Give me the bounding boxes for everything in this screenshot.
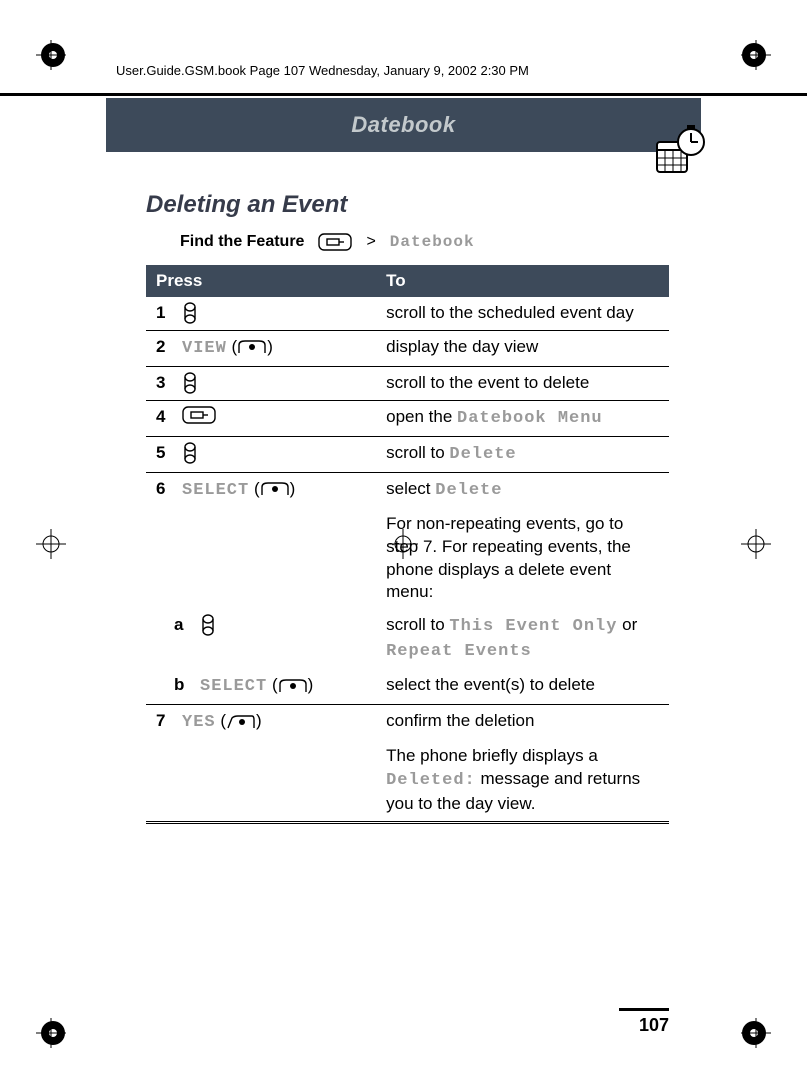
table-row: 1scroll to the scheduled event day xyxy=(146,297,669,330)
scroll-icon xyxy=(182,302,198,324)
table-row: 4open the Datebook Menu xyxy=(146,400,669,436)
cell-to: scroll to This Event Only or Repeat Even… xyxy=(376,609,669,669)
table-row: bSELECT ()select the event(s) to delete xyxy=(146,669,669,704)
cell-to: For non-repeating events, go to step 7. … xyxy=(376,508,669,610)
cell-press: 3 xyxy=(146,366,376,400)
cell-to: display the day view xyxy=(376,330,669,366)
feature-label: Find the Feature xyxy=(180,233,304,251)
scroll-icon xyxy=(200,614,216,636)
cell-press xyxy=(146,508,376,610)
table-row: 3scroll to the event to delete xyxy=(146,366,669,400)
cell-to: scroll to the event to delete xyxy=(376,366,669,400)
cell-press: 7YES () xyxy=(146,705,376,740)
table-row: 6SELECT ()select Delete xyxy=(146,472,669,507)
find-the-feature: Find the Feature > Datebook xyxy=(180,233,669,251)
content-area: Deleting an Event Find the Feature > Dat… xyxy=(146,185,669,824)
cell-press: 2VIEW () xyxy=(146,330,376,366)
menukey-icon xyxy=(182,406,216,424)
cell-press: bSELECT () xyxy=(146,669,376,704)
col-press: Press xyxy=(146,265,376,297)
table-row: The phone briefly displays a Deleted: me… xyxy=(146,740,669,822)
cell-press xyxy=(146,740,376,822)
cell-press: a xyxy=(146,609,376,669)
crop-mark-icon xyxy=(741,1018,771,1048)
running-header: User.Guide.GSM.book Page 107 Wednesday, … xyxy=(116,63,529,78)
cell-press: 5 xyxy=(146,436,376,472)
datebook-clock-icon xyxy=(651,122,709,180)
steps-table: Press To 1scroll to the scheduled event … xyxy=(146,265,669,824)
scroll-icon xyxy=(182,372,198,394)
cell-to: open the Datebook Menu xyxy=(376,400,669,436)
menu-key-icon xyxy=(318,233,352,251)
cell-to: scroll to Delete xyxy=(376,436,669,472)
crop-mark-icon xyxy=(741,40,771,70)
cell-to: confirm the deletion xyxy=(376,705,669,740)
scroll-icon xyxy=(182,442,198,464)
cell-to: scroll to the scheduled event day xyxy=(376,297,669,330)
gt-separator: > xyxy=(366,233,375,251)
softleft-icon xyxy=(226,714,256,730)
cell-to: The phone briefly displays a Deleted: me… xyxy=(376,740,669,822)
section-heading: Deleting an Event xyxy=(146,191,669,219)
table-row: For non-repeating events, go to step 7. … xyxy=(146,508,669,610)
crop-mark-icon xyxy=(741,529,771,559)
crop-mark-icon xyxy=(36,1018,66,1048)
table-row: 2VIEW ()display the day view xyxy=(146,330,669,366)
col-to: To xyxy=(376,265,669,297)
chapter-title: Datebook xyxy=(351,112,455,138)
crop-mark-icon xyxy=(36,529,66,559)
cell-press: 1 xyxy=(146,297,376,330)
page: User.Guide.GSM.book Page 107 Wednesday, … xyxy=(0,0,807,1088)
table-row: 7YES ()confirm the deletion xyxy=(146,705,669,740)
cell-press: 6SELECT () xyxy=(146,472,376,507)
chapter-banner: Datebook xyxy=(106,98,701,152)
cell-press: 4 xyxy=(146,400,376,436)
page-number: 107 xyxy=(619,1008,669,1036)
crop-mark-icon xyxy=(36,40,66,70)
cell-to: select Delete xyxy=(376,472,669,507)
softdot-icon xyxy=(237,339,267,355)
table-row: 5scroll to Delete xyxy=(146,436,669,472)
feature-target: Datebook xyxy=(390,233,475,251)
cell-to: select the event(s) to delete xyxy=(376,669,669,704)
softdot-icon xyxy=(260,481,290,497)
table-row: ascroll to This Event Only or Repeat Eve… xyxy=(146,609,669,669)
softdot-icon xyxy=(278,678,308,694)
top-rule xyxy=(0,93,807,96)
